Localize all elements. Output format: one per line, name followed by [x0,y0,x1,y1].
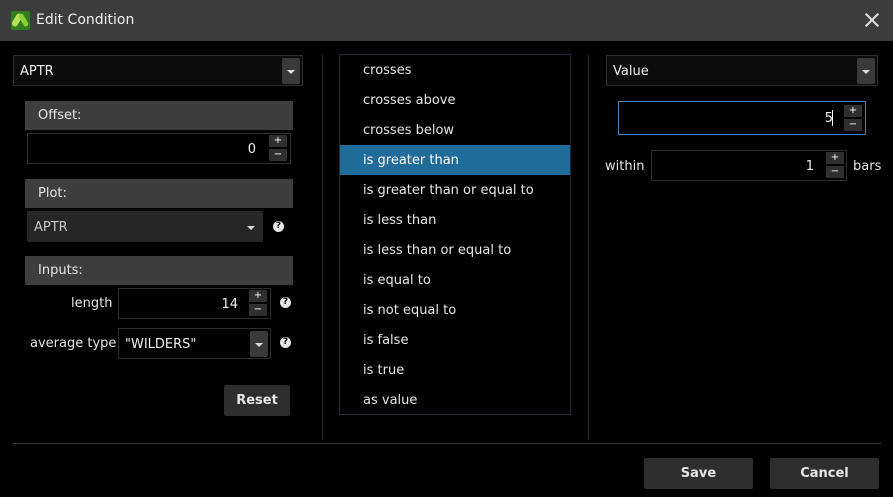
length-label: length [71,296,113,311]
plot-header: Plot: [25,179,293,208]
within-field[interactable]: 1 [651,150,847,181]
within-value: 1 [805,159,814,174]
operator-item[interactable]: is true [340,355,570,385]
operator-item[interactable]: is greater than or equal to [340,175,570,205]
operator-item[interactable]: is less than [340,205,570,235]
value-type-select[interactable]: Value [606,55,878,86]
window-title: Edit Condition [36,12,135,28]
close-icon[interactable] [862,10,882,30]
increment-icon[interactable]: + [249,290,267,302]
chevron-down-icon[interactable] [242,214,260,240]
operator-item[interactable]: is greater than [340,145,570,175]
operator-item[interactable]: is not equal to [340,295,570,325]
footer-divider [13,443,881,444]
inputs-header: Inputs: [25,256,293,285]
decrement-icon[interactable]: − [269,149,287,161]
increment-icon[interactable]: + [844,105,862,117]
offset-field[interactable]: 0 [27,133,291,164]
title-bar: Edit Condition [0,0,893,41]
decrement-icon[interactable]: − [844,119,862,131]
increment-icon[interactable]: + [826,152,844,164]
chevron-down-icon[interactable] [250,331,268,357]
average-type-select[interactable]: "WILDERS" [118,328,271,359]
value-type-select-value: Value [613,64,649,79]
help-icon[interactable]: ? [273,221,284,232]
operator-item[interactable]: crosses [340,55,570,85]
average-type-label: average type [30,336,117,351]
offset-header: Offset: [25,101,293,130]
operator-item[interactable]: crosses above [340,85,570,115]
offset-value: 0 [247,142,256,157]
text-cursor [832,110,833,126]
increment-icon[interactable]: + [269,135,287,147]
operator-item[interactable]: crosses below [340,115,570,145]
length-value: 14 [221,297,238,312]
cancel-button[interactable]: Cancel [770,458,879,489]
within-label: within [605,159,645,174]
chevron-down-icon[interactable] [282,58,300,84]
column-divider [322,55,323,440]
decrement-icon[interactable]: − [249,304,267,316]
operator-item[interactable]: is false [340,325,570,355]
help-icon[interactable]: ? [280,337,291,348]
operator-item[interactable]: is less than or equal to [340,235,570,265]
column-divider [588,55,589,440]
app-leaf-icon [11,11,30,30]
operator-item[interactable]: as value [340,385,570,415]
reset-button[interactable]: Reset [224,385,290,416]
study-select[interactable]: APTR [13,55,303,86]
plot-select-value: APTR [34,220,68,235]
value-field[interactable]: 5 [618,101,866,135]
chevron-down-icon[interactable] [857,58,875,84]
operator-item[interactable]: is equal to [340,265,570,295]
save-button[interactable]: Save [644,458,753,489]
plot-select[interactable]: APTR [27,211,263,242]
help-icon[interactable]: ? [280,297,291,308]
decrement-icon[interactable]: − [826,166,844,178]
operator-list[interactable]: crosses crosses above crosses below is grea… [339,54,571,415]
average-type-value: "WILDERS" [125,337,197,352]
bars-label: bars [853,159,882,174]
study-select-value: APTR [20,64,54,79]
